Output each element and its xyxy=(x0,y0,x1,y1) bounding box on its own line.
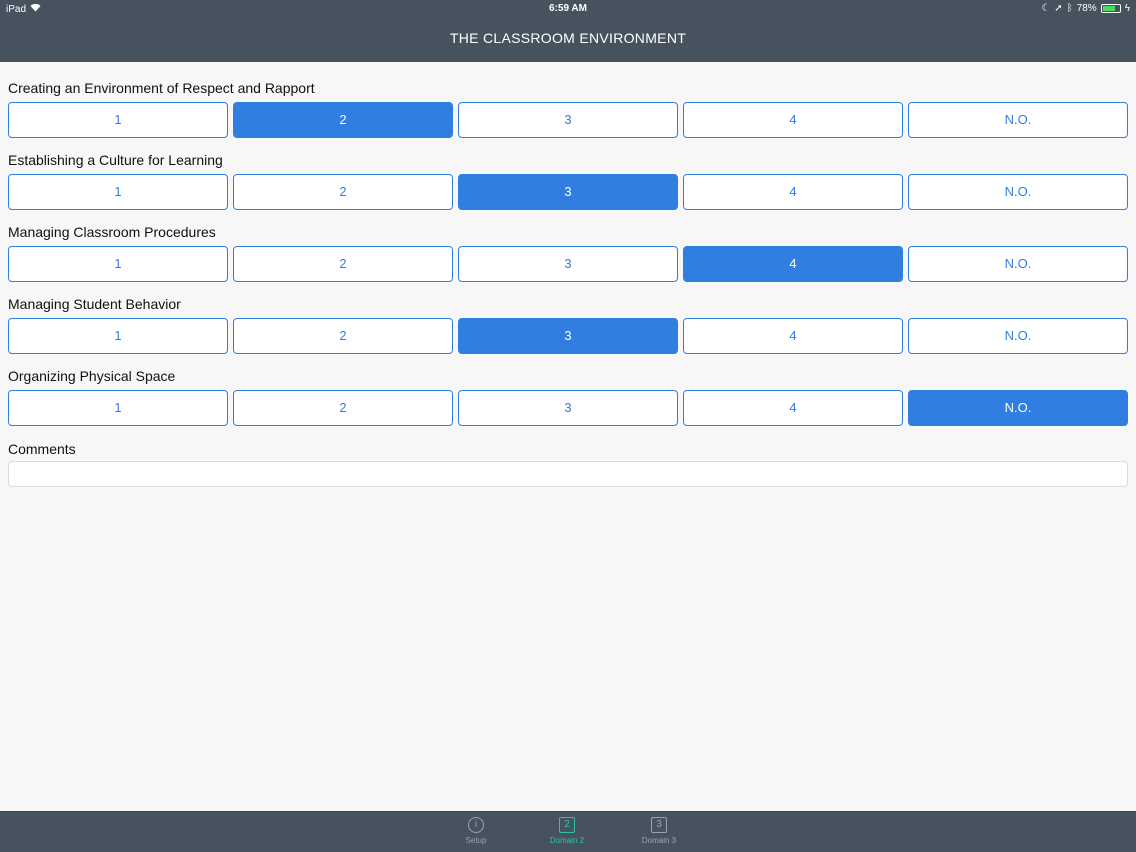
bluetooth-icon: ᛒ xyxy=(1066,3,1073,14)
rating-button-3[interactable]: 3 xyxy=(458,174,678,210)
rating-options: 1 2 3 4 N.O. xyxy=(8,318,1128,354)
section-label: Organizing Physical Space xyxy=(8,368,176,384)
rating-options: 1 2 3 4 N.O. xyxy=(8,174,1128,210)
rating-button-4[interactable]: 4 xyxy=(683,102,903,138)
rating-button-1[interactable]: 1 xyxy=(8,318,228,354)
section-label: Creating an Environment of Respect and R… xyxy=(8,80,315,96)
section-label: Managing Classroom Procedures xyxy=(8,224,216,240)
rating-button-1[interactable]: 1 xyxy=(8,174,228,210)
section-label: Establishing a Culture for Learning xyxy=(8,152,223,168)
tab-domain-2[interactable]: 2 Domain 2 xyxy=(537,817,597,845)
tab-label: Setup xyxy=(465,836,487,845)
rating-button-4[interactable]: 4 xyxy=(683,390,903,426)
rating-options: 1 2 3 4 N.O. xyxy=(8,246,1128,282)
rating-options: 1 2 3 4 N.O. xyxy=(8,102,1128,138)
navigation-bar: iPad 6:59 AM ☾ ➚ ᛒ 78% ϟ THE CLASSROOM E… xyxy=(0,0,1136,62)
rating-button-3[interactable]: 3 xyxy=(458,318,678,354)
rating-button-2[interactable]: 2 xyxy=(233,318,453,354)
rating-button-no[interactable]: N.O. xyxy=(908,102,1128,138)
tab-bar: i Setup 2 Domain 2 3 Domain 3 xyxy=(0,811,1136,852)
rating-button-2[interactable]: 2 xyxy=(233,102,453,138)
rating-section: Organizing Physical Space 1 2 3 4 N.O. xyxy=(8,368,1128,440)
rating-button-3[interactable]: 3 xyxy=(458,390,678,426)
rating-button-no[interactable]: N.O. xyxy=(908,390,1128,426)
rating-button-no[interactable]: N.O. xyxy=(908,174,1128,210)
rating-button-1[interactable]: 1 xyxy=(8,246,228,282)
number-2-icon: 2 xyxy=(559,817,575,833)
rating-section: Creating an Environment of Respect and R… xyxy=(8,80,1128,152)
battery-icon xyxy=(1100,4,1121,13)
rating-button-no[interactable]: N.O. xyxy=(908,318,1128,354)
rating-button-no[interactable]: N.O. xyxy=(908,246,1128,282)
rating-button-2[interactable]: 2 xyxy=(233,246,453,282)
rating-section: Establishing a Culture for Learning 1 2 3 4 N… xyxy=(8,152,1128,224)
tab-domain-3[interactable]: 3 Domain 3 xyxy=(629,817,689,845)
comments-label: Comments xyxy=(8,441,76,457)
rating-button-1[interactable]: 1 xyxy=(8,390,228,426)
status-right: ☾ ➚ ᛒ 78% ϟ xyxy=(1041,3,1130,14)
moon-icon: ☾ xyxy=(1041,3,1051,14)
rating-button-3[interactable]: 3 xyxy=(458,246,678,282)
status-time: 6:59 AM xyxy=(549,3,587,14)
rating-section: Managing Classroom Procedures 1 2 3 4 N.O. xyxy=(8,224,1128,296)
rating-button-4[interactable]: 4 xyxy=(683,174,903,210)
location-arrow-icon: ➚ xyxy=(1054,3,1063,14)
number-3-icon: 3 xyxy=(651,817,667,833)
charging-icon: ϟ xyxy=(1124,3,1130,14)
rating-button-2[interactable]: 2 xyxy=(233,174,453,210)
tab-label: Domain 3 xyxy=(641,836,677,845)
tab-setup[interactable]: i Setup xyxy=(446,817,506,845)
info-icon: i xyxy=(468,817,484,833)
battery-percent: 78% xyxy=(1076,3,1097,14)
page-title: THE CLASSROOM ENVIRONMENT xyxy=(449,30,687,46)
rating-button-4[interactable]: 4 xyxy=(683,318,903,354)
tab-label: Domain 2 xyxy=(549,836,585,845)
comments-field[interactable] xyxy=(8,461,1128,487)
rating-section: Managing Student Behavior 1 2 3 4 N.O. xyxy=(8,296,1128,368)
rating-button-3[interactable]: 3 xyxy=(458,102,678,138)
rubric-form: Creating an Environment of Respect and R… xyxy=(8,80,1128,487)
rating-button-1[interactable]: 1 xyxy=(8,102,228,138)
status-bar: iPad 6:59 AM ☾ ➚ ᛒ 78% ϟ xyxy=(0,0,1136,18)
rating-button-2[interactable]: 2 xyxy=(233,390,453,426)
rating-options: 1 2 3 4 N.O. xyxy=(8,390,1128,426)
section-label: Managing Student Behavior xyxy=(8,296,181,312)
rating-button-4[interactable]: 4 xyxy=(683,246,903,282)
